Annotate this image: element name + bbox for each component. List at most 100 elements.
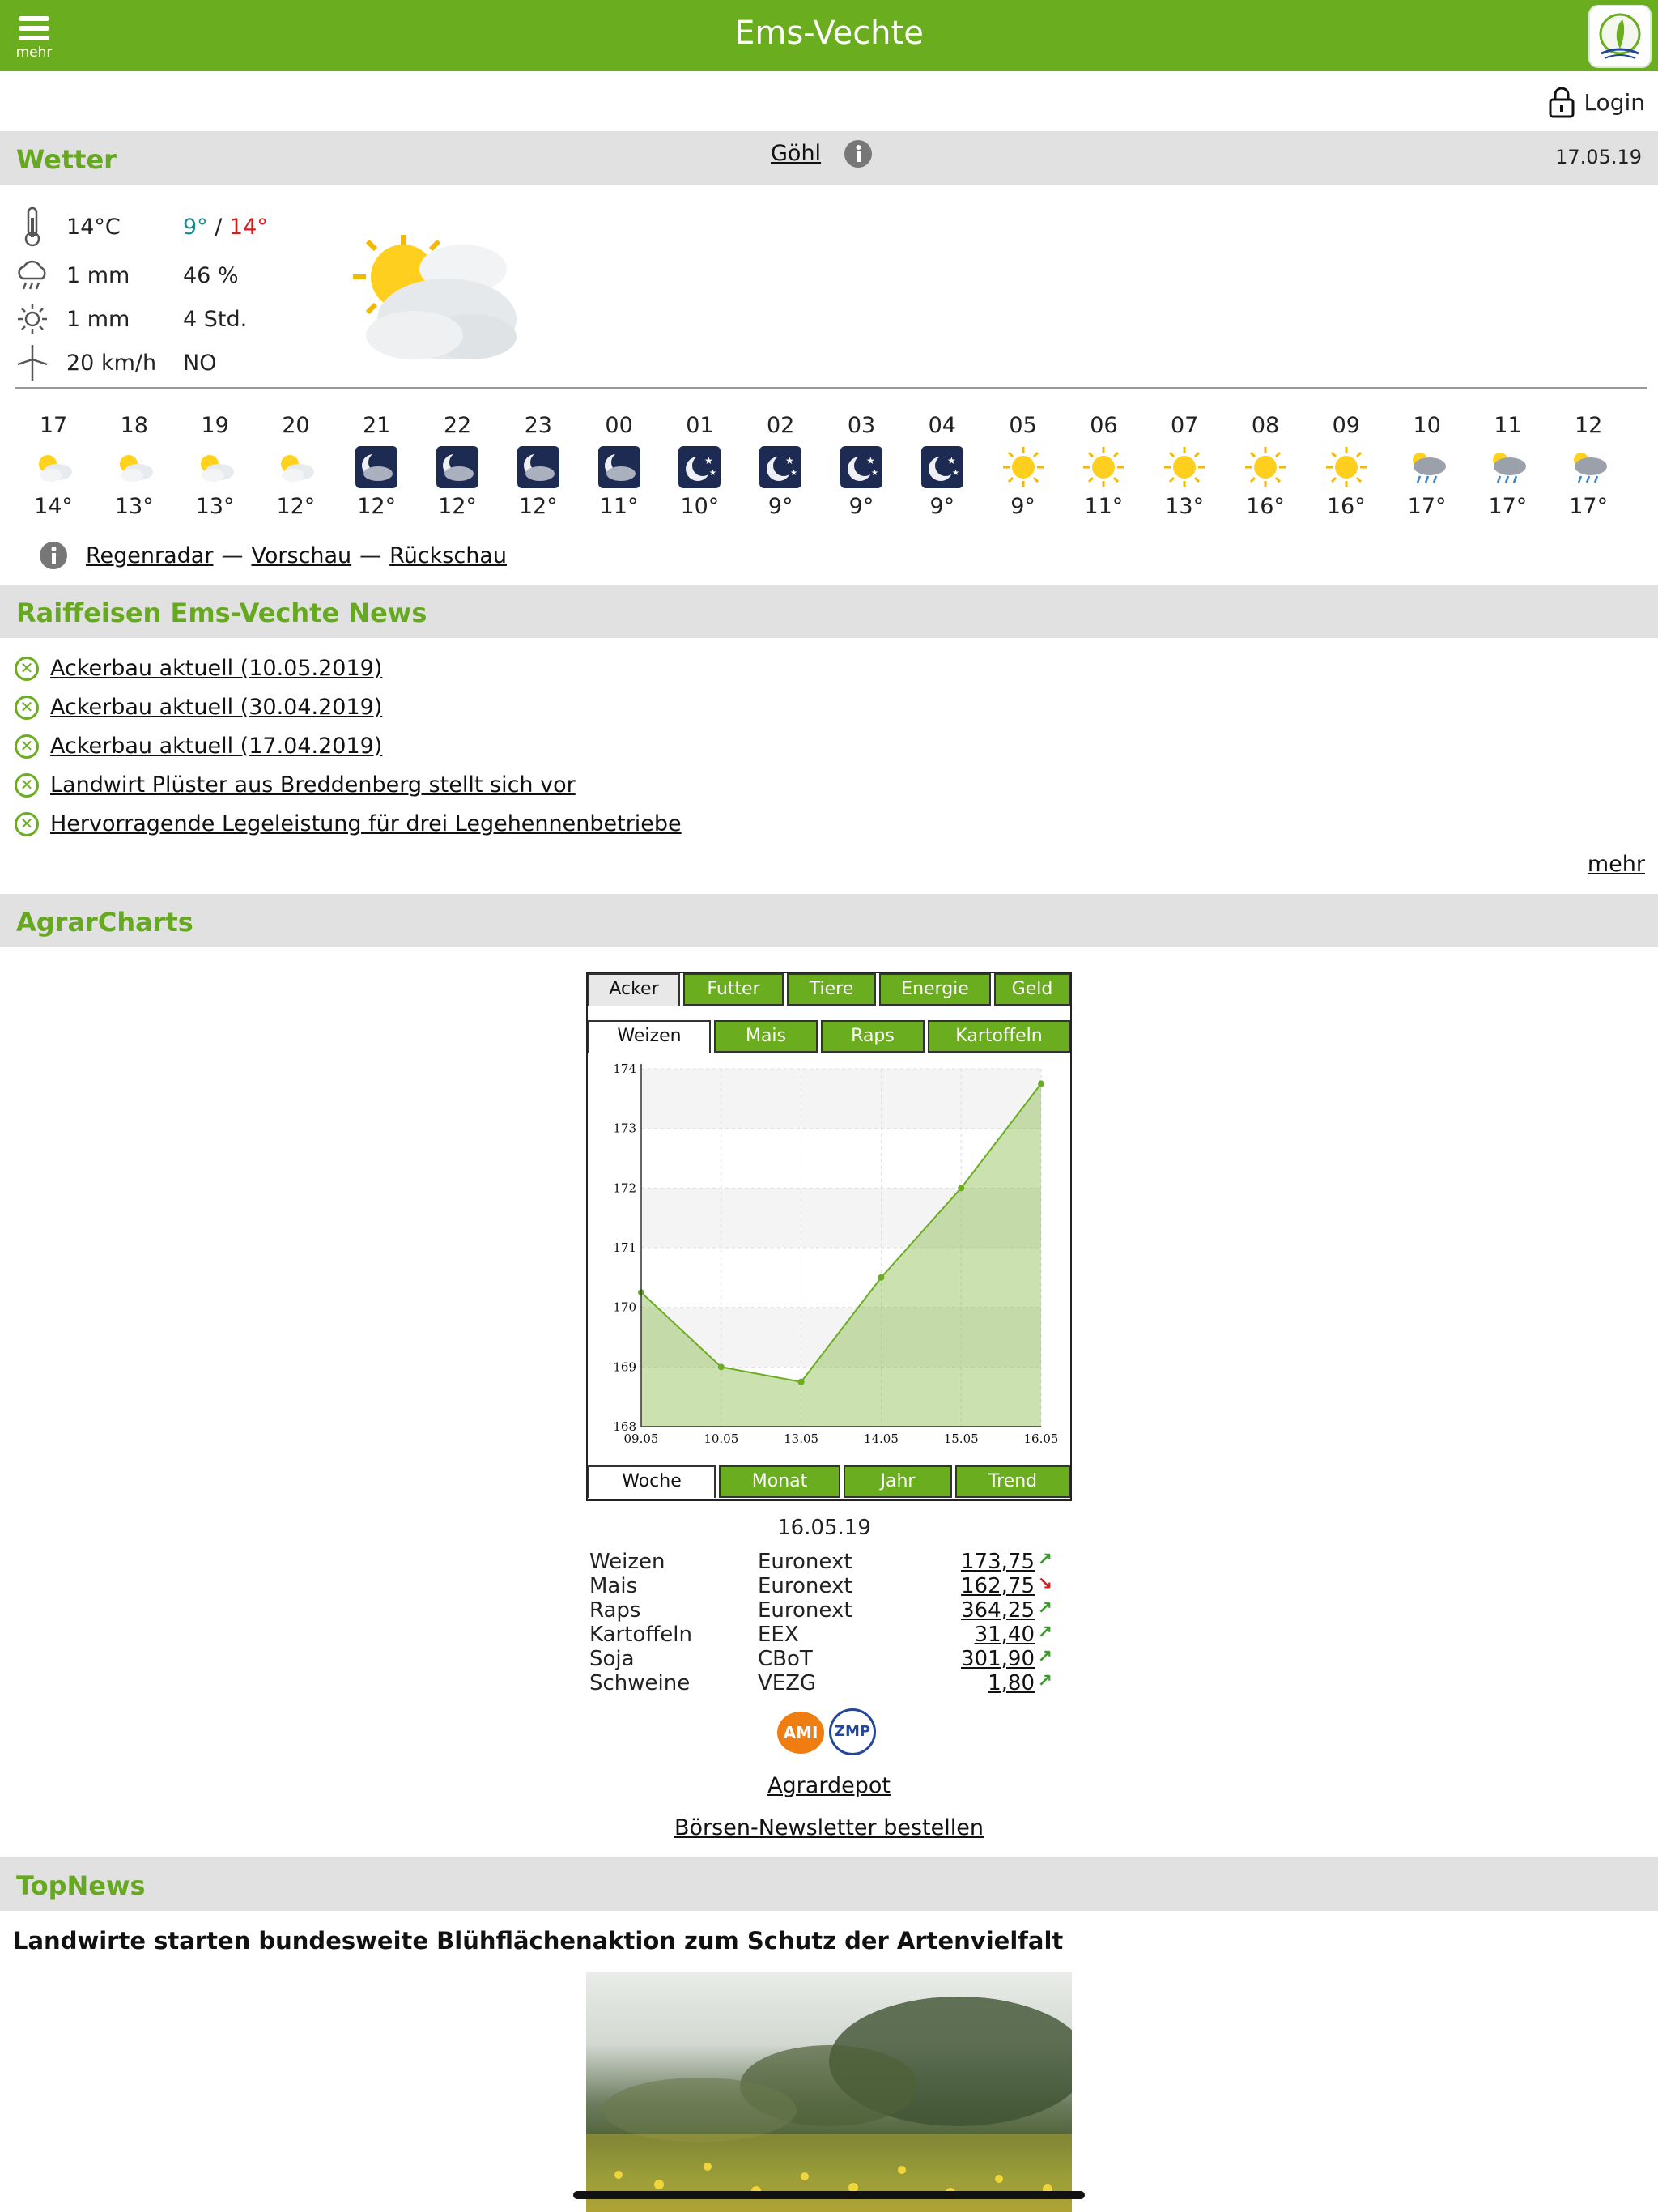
temperature-separator: / — [215, 214, 223, 240]
hourly-item: 23 12° — [506, 413, 571, 519]
hourly-item: 10 17° — [1395, 413, 1460, 519]
data-point — [878, 1274, 885, 1281]
news-link[interactable]: Hervorragende Legeleistung für drei Lege… — [50, 811, 682, 836]
zmp-logo[interactable]: ZMP — [829, 1708, 876, 1755]
tab-energie[interactable]: Energie — [879, 973, 991, 1006]
news-link[interactable]: Ackerbau aktuell (30.04.2019) — [50, 695, 382, 720]
hour-label: 10 — [1413, 413, 1441, 438]
tab-woche[interactable]: Woche — [588, 1465, 716, 1498]
rain-icon — [15, 257, 50, 293]
hour-label: 03 — [847, 413, 876, 438]
arrow-up-icon: ↗ — [1037, 1598, 1052, 1619]
quote-price-link[interactable]: 364,25 — [961, 1598, 1035, 1623]
quote-row: Soja CBoT 301,90 ↗ — [589, 1647, 1059, 1671]
night-cloudy-icon — [344, 440, 409, 494]
hour-temperature: 9° — [767, 494, 793, 519]
tab-mais[interactable]: Mais — [714, 1020, 818, 1053]
quote-row: Weizen Euronext 173,75 ↗ — [589, 1550, 1059, 1574]
partly-cloudy-icon — [263, 440, 328, 494]
tab-trend[interactable]: Trend — [955, 1465, 1070, 1498]
svg-text:★: ★ — [785, 455, 794, 466]
tab-monat[interactable]: Monat — [719, 1465, 840, 1498]
newsletter-link[interactable]: Börsen-Newsletter bestellen — [674, 1815, 984, 1840]
weather-title: Wetter — [16, 144, 117, 175]
night-clear-icon: ★ ★ — [829, 440, 894, 494]
hour-temperature: 9° — [848, 494, 874, 519]
quote-market: Euronext — [758, 1598, 852, 1623]
tab-weizen[interactable]: Weizen — [588, 1020, 711, 1053]
news-more-link[interactable]: mehr — [1588, 852, 1645, 877]
raiffeisen-x-icon: ✕ — [15, 811, 39, 836]
hour-label: 21 — [363, 413, 391, 438]
y-tick-label: 172 — [613, 1180, 636, 1195]
grid-band — [641, 1069, 1041, 1129]
info-icon[interactable] — [844, 139, 873, 168]
news-link[interactable]: Landwirt Plüster aus Breddenberg stellt … — [50, 772, 576, 798]
hour-temperature: 9° — [1010, 494, 1035, 519]
agrardepot-link[interactable]: Agrardepot — [767, 1773, 891, 1798]
quote-price-link[interactable]: 301,90 — [961, 1647, 1035, 1671]
tab-jahr[interactable]: Jahr — [844, 1465, 952, 1498]
news-item[interactable]: ✕ Ackerbau aktuell (30.04.2019) — [15, 695, 382, 720]
review-link[interactable]: Rückschau — [389, 543, 507, 568]
info-icon[interactable] — [39, 541, 68, 570]
x-tick-label: 10.05 — [704, 1431, 738, 1446]
news-item[interactable]: ✕ Ackerbau aktuell (10.05.2019) — [15, 656, 382, 681]
forecast-link[interactable]: Vorschau — [251, 543, 351, 568]
news-item[interactable]: ✕ Ackerbau aktuell (17.04.2019) — [15, 734, 382, 759]
tab-kartoffeln[interactable]: Kartoffeln — [928, 1020, 1070, 1053]
tab-tiere[interactable]: Tiere — [787, 973, 876, 1006]
topnews-photo[interactable] — [586, 1972, 1072, 2212]
news-section-header: Raiffeisen Ems-Vechte News — [0, 585, 1658, 638]
quote-price-link[interactable]: 31,40 — [975, 1623, 1035, 1647]
hour-temperature: 16° — [1326, 494, 1366, 519]
quote-row: Schweine VEZG 1,80 ↗ — [589, 1671, 1059, 1695]
quote-price-link[interactable]: 1,80 — [988, 1671, 1035, 1695]
quote-price-link[interactable]: 173,75 — [961, 1550, 1035, 1574]
weather-location-link[interactable]: Göhl — [771, 141, 821, 166]
quote-date: 16.05.19 — [777, 1516, 871, 1540]
tab-futter[interactable]: Futter — [683, 973, 784, 1006]
news-link[interactable]: Ackerbau aktuell (10.05.2019) — [50, 656, 382, 681]
link-separator: — — [221, 542, 244, 568]
sun-icon — [991, 440, 1056, 494]
topnews-title: TopNews — [16, 1870, 146, 1901]
hourly-item: 17 14° — [21, 413, 86, 519]
night-cloudy-icon — [587, 440, 652, 494]
partly-cloudy-icon — [21, 440, 86, 494]
news-item[interactable]: ✕ Landwirt Plüster aus Breddenberg stellt… — [15, 772, 576, 798]
raiffeisen-x-icon: ✕ — [15, 656, 39, 681]
topnews-headline[interactable]: Landwirte starten bundesweite Blühfläche… — [13, 1927, 1063, 1955]
ami-logo[interactable]: AMI — [777, 1712, 824, 1754]
hourly-item: 21 12° — [344, 413, 409, 519]
x-tick-label: 14.05 — [864, 1431, 899, 1446]
data-point — [1038, 1080, 1044, 1087]
data-point — [797, 1378, 805, 1385]
newsletter-row: Börsen-Newsletter bestellen — [0, 1815, 1658, 1840]
quote-price-link[interactable]: 162,75 — [961, 1574, 1035, 1598]
tab-geld[interactable]: Geld — [994, 973, 1070, 1006]
login-link[interactable]: Login — [1548, 84, 1645, 120]
hour-temperature: 17° — [1407, 494, 1447, 519]
hourly-item: 08 16° — [1233, 413, 1298, 519]
quote-product: Kartoffeln — [589, 1623, 692, 1647]
hourly-item: 07 13° — [1152, 413, 1217, 519]
tab-acker[interactable]: Acker — [588, 973, 680, 1006]
raiffeisen-x-icon: ✕ — [15, 772, 39, 798]
current-temperature: 14°C — [66, 214, 121, 240]
quote-product: Schweine — [589, 1671, 691, 1695]
tab-raps[interactable]: Raps — [821, 1020, 925, 1053]
y-tick-label: 170 — [613, 1300, 636, 1315]
weather-section-header: Wetter Göhl 17.05.19 — [0, 131, 1658, 185]
raiffeisen-logo[interactable] — [1588, 5, 1652, 68]
news-item[interactable]: ✕ Hervorragende Legeleistung für drei Leg… — [15, 811, 682, 836]
hour-label: 17 — [39, 413, 68, 438]
hourly-item: 20 12° — [263, 413, 328, 519]
news-link[interactable]: Ackerbau aktuell (17.04.2019) — [50, 734, 382, 759]
weather-links: Regenradar — Vorschau — Rückschau — [39, 541, 507, 570]
partly-cloudy-large-icon — [353, 235, 517, 359]
x-tick-label: 09.05 — [624, 1431, 659, 1446]
rain-radar-link[interactable]: Regenradar — [86, 543, 213, 568]
arrow-down-icon: ↘ — [1037, 1574, 1052, 1594]
hourly-item: 12 17° — [1556, 413, 1621, 519]
